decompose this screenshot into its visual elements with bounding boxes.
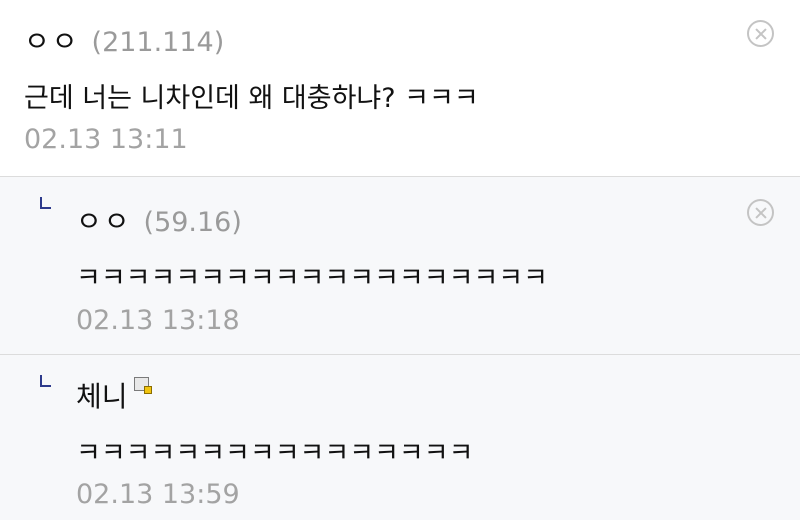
comment-nickname[interactable]: ㅇㅇ	[24, 20, 80, 60]
delete-reply-icon[interactable]	[747, 199, 774, 226]
comment-timestamp: 02.13 13:11	[24, 124, 188, 155]
reply-header: 체니	[76, 375, 152, 415]
reply-timestamp: 02.13 13:59	[76, 479, 240, 510]
fixed-nick-badge-icon	[133, 377, 152, 394]
comment-ip: (211.114)	[91, 27, 225, 58]
reply-nickname[interactable]: ㅇㅇ	[76, 200, 132, 240]
comment-item: ㅇㅇ (211.114) 근데 너는 니차인데 왜 대충하냐? ㅋㅋㅋ 02.1…	[0, 0, 800, 177]
reply-text: ㅋㅋㅋㅋㅋㅋㅋㅋㅋㅋㅋㅋㅋㅋㅋㅋㅋㅋㅋ	[76, 263, 548, 294]
reply-arrow-icon	[40, 197, 51, 209]
reply-timestamp: 02.13 13:18	[76, 305, 240, 336]
reply-ip: (59.16)	[143, 207, 242, 238]
comment-header: ㅇㅇ (211.114)	[24, 20, 224, 60]
reply-text: ㅋㅋㅋㅋㅋㅋㅋㅋㅋㅋㅋㅋㅋㅋㅋㅋ	[76, 438, 474, 469]
reply-nickname[interactable]: 체니	[76, 375, 128, 415]
reply-arrow-icon	[40, 375, 51, 387]
comment-text: 근데 너는 니차인데 왜 대충하냐? ㅋㅋㅋ	[24, 83, 479, 114]
delete-comment-icon[interactable]	[747, 20, 774, 47]
reply-item: ㅇㅇ (59.16) ㅋㅋㅋㅋㅋㅋㅋㅋㅋㅋㅋㅋㅋㅋㅋㅋㅋㅋㅋ 02.13 13:…	[0, 177, 800, 355]
reply-item: 체니 ㅋㅋㅋㅋㅋㅋㅋㅋㅋㅋㅋㅋㅋㅋㅋㅋ 02.13 13:59	[0, 355, 800, 520]
reply-header: ㅇㅇ (59.16)	[76, 200, 242, 240]
